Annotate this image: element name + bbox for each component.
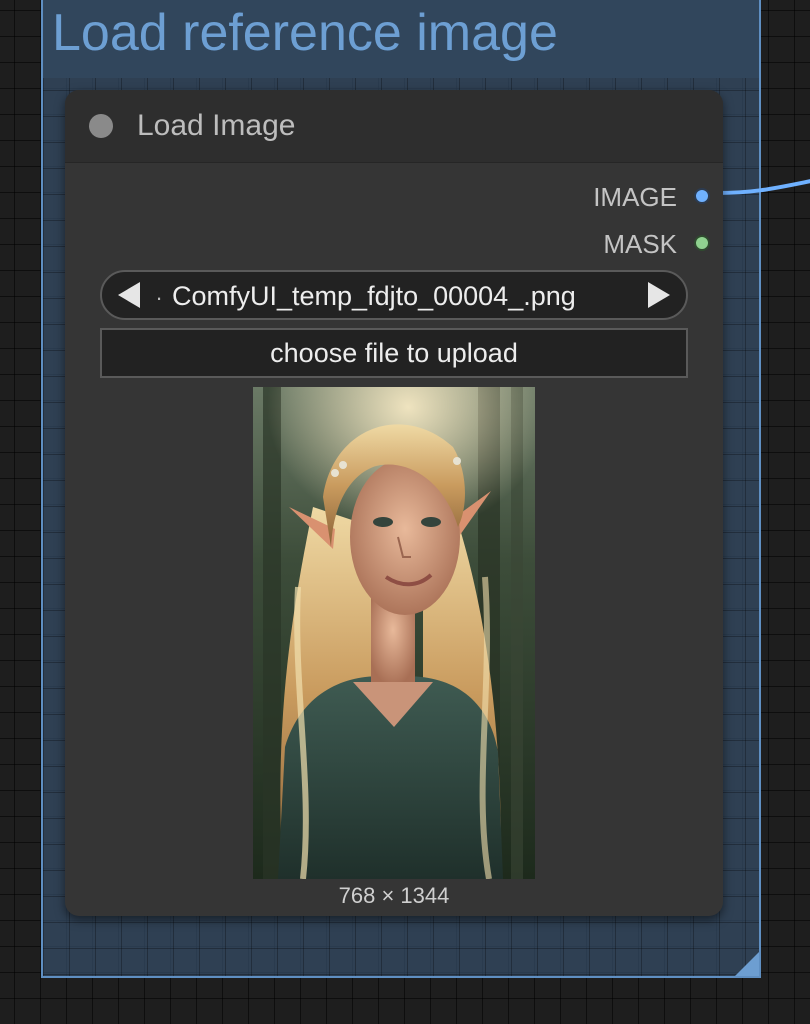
group-header[interactable]: Load reference image: [43, 0, 759, 78]
image-output-link: [716, 179, 810, 195]
triangle-left-icon[interactable]: [118, 282, 140, 308]
triangle-right-icon[interactable]: [648, 282, 670, 308]
output-mask-label: MASK: [603, 229, 677, 259]
output-image-socket[interactable]: [694, 188, 710, 204]
preview-image: [253, 387, 535, 879]
upload-button[interactable]: choose file to upload: [100, 328, 688, 378]
load-image-node[interactable]: Load Image IMAGE MASK . ComfyUI_temp_fdj…: [65, 90, 723, 916]
output-image-label: IMAGE: [593, 182, 677, 212]
combo-value[interactable]: ComfyUI_temp_fdjto_00004_.png: [172, 279, 576, 313]
node-title: Load Image: [137, 109, 296, 142]
circle-dot-icon[interactable]: [89, 114, 113, 138]
group-resize-handle[interactable]: [735, 952, 759, 976]
output-mask-socket[interactable]: [694, 235, 710, 251]
image-combo-widget[interactable]: . ComfyUI_temp_fdjto_00004_.png: [100, 270, 688, 320]
combo-prefix: .: [156, 280, 163, 305]
image-preview: [253, 387, 535, 879]
node-header[interactable]: Load Image: [65, 90, 723, 163]
preview-dimensions: 768 × 1344: [338, 883, 450, 908]
group-title: Load reference image: [52, 4, 558, 62]
graph-canvas[interactable]: Load reference image Load Image IMAGE MA…: [0, 0, 810, 1024]
